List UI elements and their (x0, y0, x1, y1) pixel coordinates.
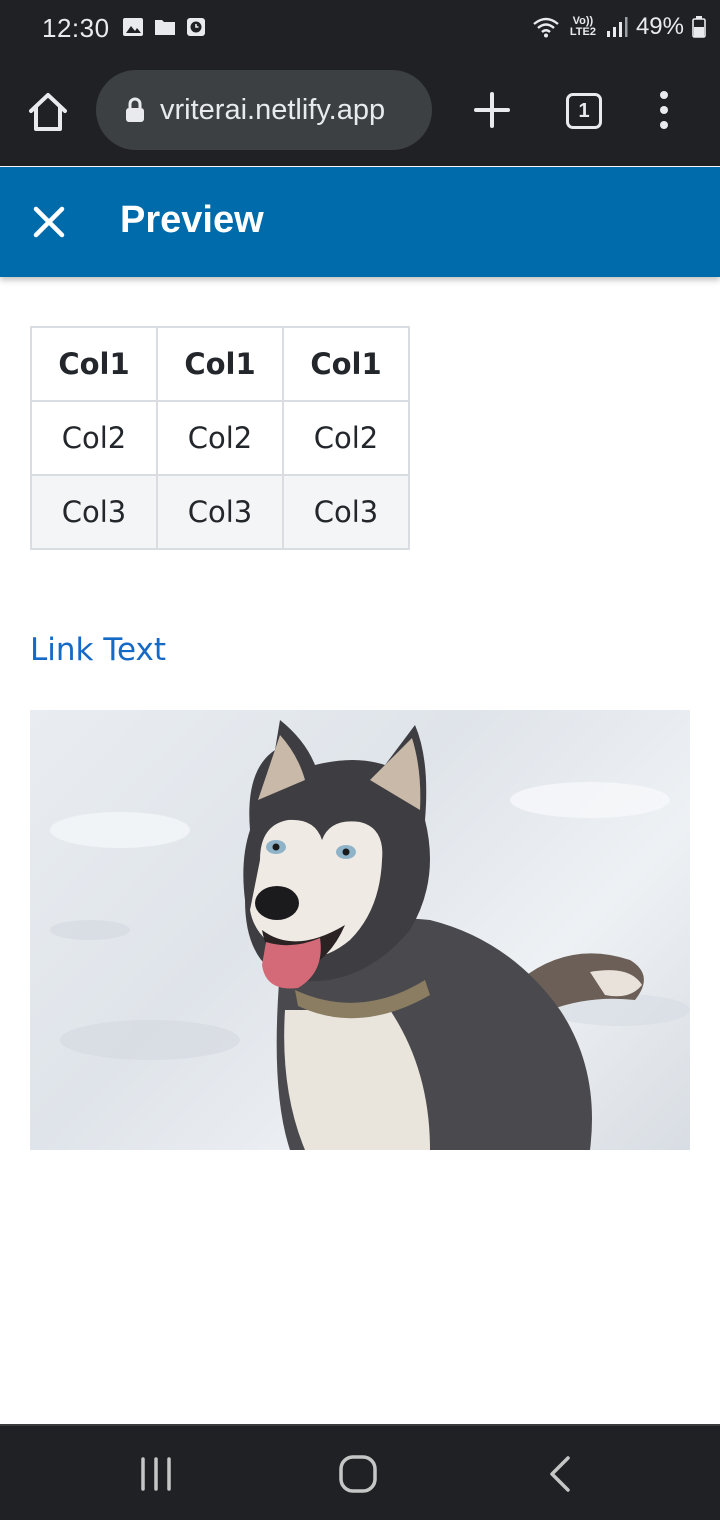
content-link[interactable]: Link Text (30, 632, 166, 668)
overflow-menu-icon[interactable] (650, 90, 678, 130)
tab-switcher-button[interactable]: 1 (566, 93, 602, 129)
recents-icon[interactable] (138, 1456, 174, 1492)
table-row: Col3 Col3 Col3 (30, 474, 410, 550)
lock-icon (126, 97, 144, 122)
table-cell: Col2 (156, 400, 284, 476)
signal-icon (606, 17, 628, 37)
clock-icon (187, 18, 205, 36)
table-header-cell: Col1 (156, 326, 284, 402)
table-cell: Col2 (282, 400, 410, 476)
table-cell: Col3 (156, 474, 284, 550)
folder-icon (155, 20, 175, 35)
table-cell: Col2 (30, 400, 158, 476)
page-title: Preview (120, 199, 264, 241)
table-header-cell: Col1 (30, 326, 158, 402)
preview-content: Col1 Col1 Col1 Col2 Col2 Col2 Col3 Col3 … (30, 326, 690, 550)
data-table: Col1 Col1 Col1 Col2 Col2 Col2 Col3 Col3 … (30, 326, 410, 550)
status-time: 12:30 (42, 13, 110, 43)
home-nav-icon[interactable] (338, 1454, 378, 1494)
url-text: vriterai.netlify.app (160, 93, 386, 126)
table-header-row: Col1 Col1 Col1 (30, 326, 410, 402)
gallery-icon (123, 18, 143, 36)
table-cell: Col3 (282, 474, 410, 550)
system-icons: Vo)) LTE2 49% (532, 13, 706, 41)
wifi-icon (533, 17, 559, 38)
close-icon[interactable] (28, 201, 70, 243)
table-row: Col2 Col2 Col2 (30, 400, 410, 476)
browser-toolbar: vriterai.netlify.app 1 (0, 56, 720, 166)
home-icon[interactable] (26, 90, 70, 134)
new-tab-icon[interactable] (470, 88, 514, 132)
address-bar[interactable]: vriterai.netlify.app (96, 70, 432, 150)
network-label: Vo)) LTE2 (569, 15, 596, 38)
tab-count: 1 (578, 99, 590, 122)
app-header: Preview (0, 167, 720, 277)
status-bar: 12:30 Vo)) LTE2 49% (0, 0, 720, 56)
table-header-cell: Col1 (282, 326, 410, 402)
notification-icons (122, 17, 206, 37)
battery-percent: 49% (635, 13, 684, 40)
battery-icon (692, 16, 706, 38)
back-icon[interactable] (544, 1454, 576, 1494)
husky-image (30, 710, 690, 1150)
system-nav-bar (0, 1424, 720, 1520)
husky-illustration (50, 720, 690, 1150)
table-cell: Col3 (30, 474, 158, 550)
